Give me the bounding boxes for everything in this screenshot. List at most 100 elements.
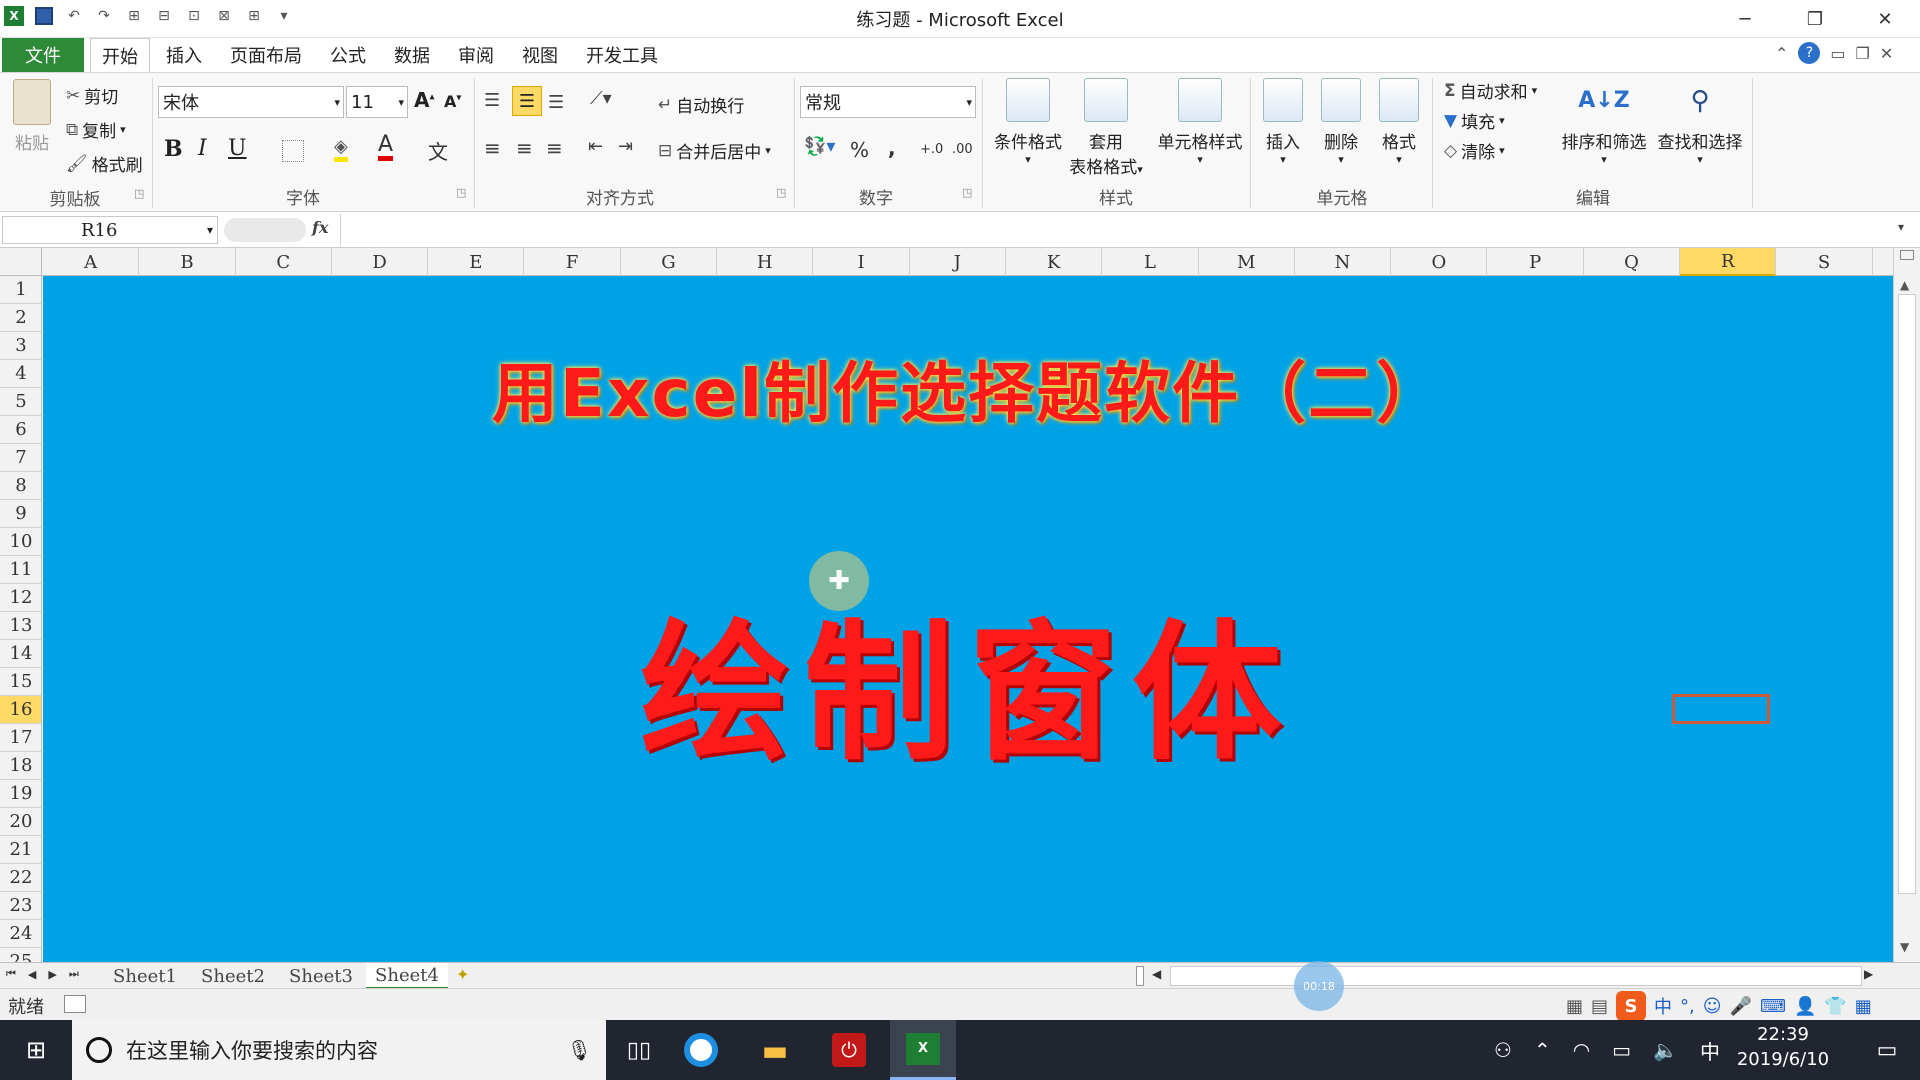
- volume-icon[interactable]: 🔈: [1653, 1038, 1678, 1062]
- punctuation-icon[interactable]: °,: [1680, 996, 1695, 1017]
- fill-color-icon[interactable]: ◈: [334, 136, 348, 162]
- row-header-9[interactable]: 9: [0, 500, 41, 528]
- keyboard-icon[interactable]: ⌨: [1760, 996, 1786, 1017]
- merge-center-button[interactable]: ⊟ 合并后居中 ▾: [658, 138, 771, 164]
- microphone-icon[interactable]: 🎙: [567, 1038, 592, 1062]
- align-right-icon[interactable]: ≡: [546, 136, 563, 160]
- column-header-c[interactable]: C: [236, 248, 332, 276]
- align-center-icon[interactable]: ≡: [516, 136, 533, 160]
- horizontal-scroll-thumb[interactable]: [1170, 966, 1862, 986]
- split-handle[interactable]: [1900, 250, 1914, 260]
- row-header-14[interactable]: 14: [0, 640, 41, 668]
- column-header-q[interactable]: Q: [1584, 248, 1681, 276]
- ime-tray-indicator[interactable]: 中: [1700, 1036, 1720, 1065]
- column-header-r[interactable]: R: [1680, 248, 1777, 276]
- row-header-24[interactable]: 24: [0, 920, 41, 948]
- paste-button[interactable]: 粘贴: [10, 79, 54, 154]
- row-header-4[interactable]: 4: [0, 360, 41, 388]
- row-header-7[interactable]: 7: [0, 444, 41, 472]
- toolbox-icon[interactable]: ▦: [1855, 996, 1872, 1017]
- column-header-g[interactable]: G: [621, 248, 718, 276]
- taskbar-clock[interactable]: 22:39 2019/6/10: [1718, 1024, 1848, 1070]
- column-header-h[interactable]: H: [717, 248, 814, 276]
- last-sheet-icon[interactable]: ⏭: [69, 967, 79, 981]
- close-button[interactable]: ✕: [1850, 0, 1920, 38]
- page-layout-view-icon[interactable]: ▤: [1591, 996, 1608, 1017]
- increase-font-icon[interactable]: A▴: [414, 88, 435, 112]
- dialog-launcher-icon[interactable]: ◳: [776, 186, 786, 199]
- underline-button[interactable]: U: [228, 136, 247, 161]
- wrap-text-button[interactable]: ↵ 自动换行: [658, 92, 744, 118]
- emoji-icon[interactable]: ☺: [1703, 996, 1722, 1017]
- windows-start-icon[interactable]: ⊞: [0, 1020, 72, 1080]
- increase-decimal-icon[interactable]: +.0: [920, 142, 943, 157]
- copy-button[interactable]: ⧉ 复制 ▾: [66, 117, 126, 143]
- row-header-1[interactable]: 1: [0, 276, 41, 304]
- row-header-2[interactable]: 2: [0, 304, 41, 332]
- column-header-i[interactable]: I: [813, 248, 910, 276]
- scroll-right-icon[interactable]: ▶: [1864, 967, 1873, 981]
- row-header-18[interactable]: 18: [0, 752, 41, 780]
- row-header-10[interactable]: 10: [0, 528, 41, 556]
- expand-formula-icon[interactable]: ▾: [1898, 220, 1904, 234]
- next-sheet-icon[interactable]: ▶: [48, 968, 56, 981]
- restore-button[interactable]: ❐: [1780, 0, 1850, 38]
- formula-input[interactable]: [340, 214, 1892, 246]
- column-header-f[interactable]: F: [525, 248, 621, 276]
- help-icon[interactable]: ?: [1798, 42, 1821, 64]
- dialog-launcher-icon[interactable]: ◳: [962, 186, 972, 199]
- row-header-13[interactable]: 13: [0, 612, 41, 640]
- tab-formulas[interactable]: 公式: [322, 38, 374, 72]
- column-header-n[interactable]: N: [1295, 248, 1392, 276]
- show-hidden-icons-icon[interactable]: ⌃: [1534, 1038, 1551, 1062]
- sheet-tab-3[interactable]: Sheet3: [280, 963, 362, 989]
- row-header-17[interactable]: 17: [0, 724, 41, 752]
- scroll-down-icon[interactable]: ▼: [1900, 940, 1909, 954]
- border-icon[interactable]: [282, 140, 304, 162]
- conditional-format-button[interactable]: 条件格式 ▾: [988, 78, 1068, 166]
- decrease-font-icon[interactable]: A▾: [444, 92, 461, 111]
- column-header-a[interactable]: A: [43, 248, 140, 276]
- tab-data[interactable]: 数据: [386, 38, 438, 72]
- currency-icon[interactable]: 💱▾: [804, 136, 835, 157]
- font-size-select[interactable]: 11 ▾: [346, 86, 408, 118]
- percent-button[interactable]: %: [850, 138, 869, 162]
- orientation-icon[interactable]: ⟋▾: [590, 88, 612, 109]
- scroll-thumb[interactable]: [1898, 294, 1916, 894]
- format-cells-button[interactable]: 格式 ▾: [1372, 78, 1426, 166]
- wifi-icon[interactable]: ◠: [1573, 1038, 1590, 1062]
- minimize-button[interactable]: ─: [1710, 0, 1780, 38]
- insert-function-button[interactable]: fx: [312, 218, 328, 237]
- decrease-indent-icon[interactable]: ⇤: [588, 136, 603, 157]
- italic-button[interactable]: I: [198, 136, 207, 161]
- worksheet-grid[interactable]: 用Excel制作选择题软件（二） 绘制窗体 ✚: [43, 276, 1893, 962]
- taskbar-search-box[interactable]: 在这里输入你要搜索的内容 🎙: [72, 1020, 606, 1080]
- selected-cell-outline[interactable]: [1672, 694, 1770, 724]
- row-header-16[interactable]: 16: [0, 696, 41, 724]
- workbook-restore-icon[interactable]: ❐: [1856, 44, 1870, 63]
- row-header-25[interactable]: 25: [0, 948, 41, 962]
- comma-button[interactable]: ,: [888, 136, 896, 160]
- workbook-close-icon[interactable]: ✕: [1880, 44, 1893, 63]
- column-header-b[interactable]: B: [139, 248, 236, 276]
- sheet-tab-1[interactable]: Sheet1: [104, 963, 186, 989]
- row-header-15[interactable]: 15: [0, 668, 41, 696]
- font-name-select[interactable]: 宋体 ▾: [158, 86, 344, 118]
- column-header-s[interactable]: S: [1776, 248, 1873, 276]
- align-middle-icon[interactable]: ☰: [512, 86, 542, 116]
- cell-styles-button[interactable]: 单元格样式 ▾: [1150, 78, 1250, 166]
- tab-file[interactable]: 文件: [2, 38, 84, 72]
- skin-icon[interactable]: 👕: [1824, 996, 1846, 1017]
- cut-button[interactable]: ✂ 剪切: [66, 83, 118, 109]
- row-header-5[interactable]: 5: [0, 388, 41, 416]
- select-all-button[interactable]: [0, 248, 42, 276]
- find-select-button[interactable]: ⚲ 查找和选择 ▾: [1652, 78, 1748, 166]
- number-format-select[interactable]: 常规 ▾: [800, 86, 976, 118]
- column-header-o[interactable]: O: [1391, 248, 1488, 276]
- column-header-p[interactable]: P: [1488, 248, 1584, 276]
- people-icon[interactable]: ⚇: [1494, 1038, 1512, 1062]
- row-header-3[interactable]: 3: [0, 332, 41, 360]
- align-left-icon[interactable]: ≡: [484, 136, 501, 160]
- file-explorer-icon[interactable]: ▬: [742, 1020, 808, 1080]
- column-header-k[interactable]: K: [1006, 248, 1103, 276]
